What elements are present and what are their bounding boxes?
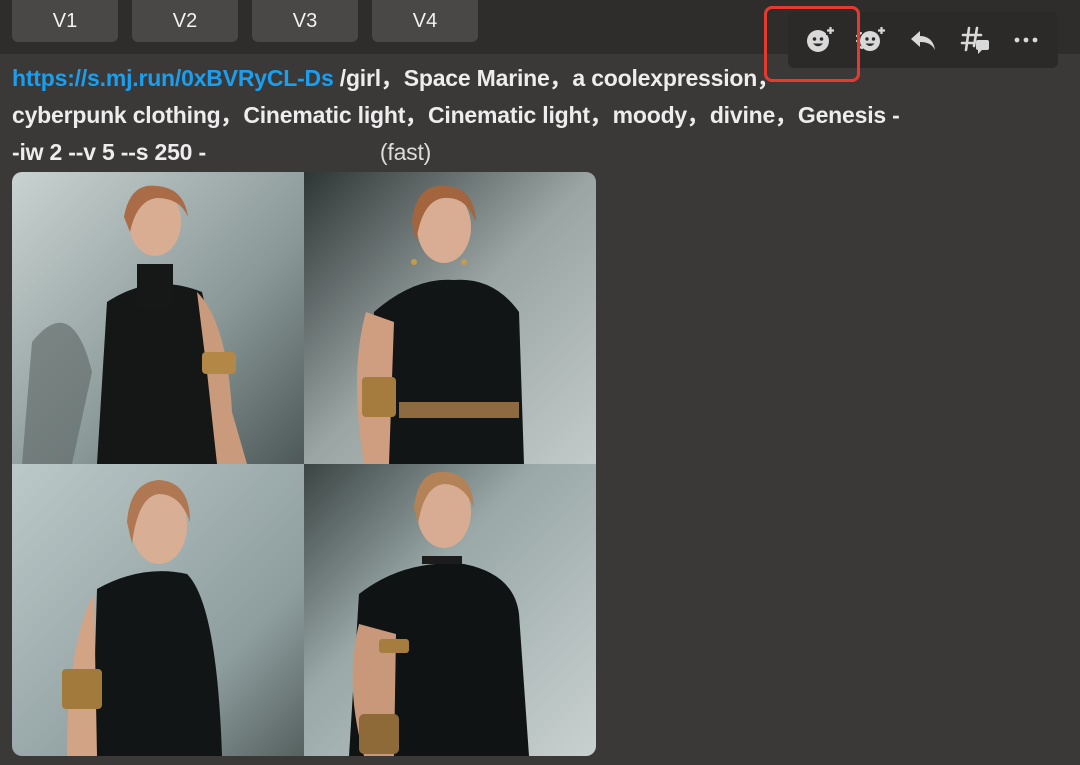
v3-button[interactable]: V3 (252, 0, 358, 42)
portrait-image-1 (12, 172, 304, 464)
add-super-reaction-icon (856, 27, 886, 51)
message-content: https://s.mj.run/0xBVRyCL-Ds /girl，Space… (12, 60, 1012, 171)
speed-mode-label: (fast) (379, 139, 432, 165)
reply-icon (910, 31, 935, 50)
image-1[interactable] (12, 172, 304, 464)
prompt-text-3: -iw 2 --v 5 --s 250 - (12, 139, 206, 165)
reply-button[interactable] (902, 19, 944, 61)
prompt-text-1: /girl，Space Marine，a coolexpression， (333, 65, 780, 91)
portrait-image-2 (304, 172, 596, 464)
prompt-line-1: https://s.mj.run/0xBVRyCL-Ds /girl，Space… (12, 60, 1012, 97)
image-4[interactable] (304, 464, 596, 756)
prompt-line-2: cyberpunk clothing，Cinematic light，Cinem… (12, 102, 900, 128)
more-options-button[interactable] (1005, 19, 1047, 61)
v4-button[interactable]: V4 (372, 0, 478, 42)
portrait-image-3 (12, 464, 304, 756)
more-icon (1014, 37, 1038, 43)
image-link[interactable]: https://s.mj.run/0xBVRyCL-Ds (12, 65, 334, 91)
create-thread-icon (960, 26, 989, 54)
portrait-image-4 (304, 464, 596, 756)
image-grid[interactable] (12, 172, 596, 756)
v2-button[interactable]: V2 (132, 0, 238, 42)
create-thread-button[interactable] (954, 19, 996, 61)
prompt-line-3: -iw 2 --v 5 --s 250 - (fast) (12, 134, 1012, 171)
image-2[interactable] (304, 172, 596, 464)
image-3[interactable] (12, 464, 304, 756)
v1-button[interactable]: V1 (12, 0, 118, 42)
